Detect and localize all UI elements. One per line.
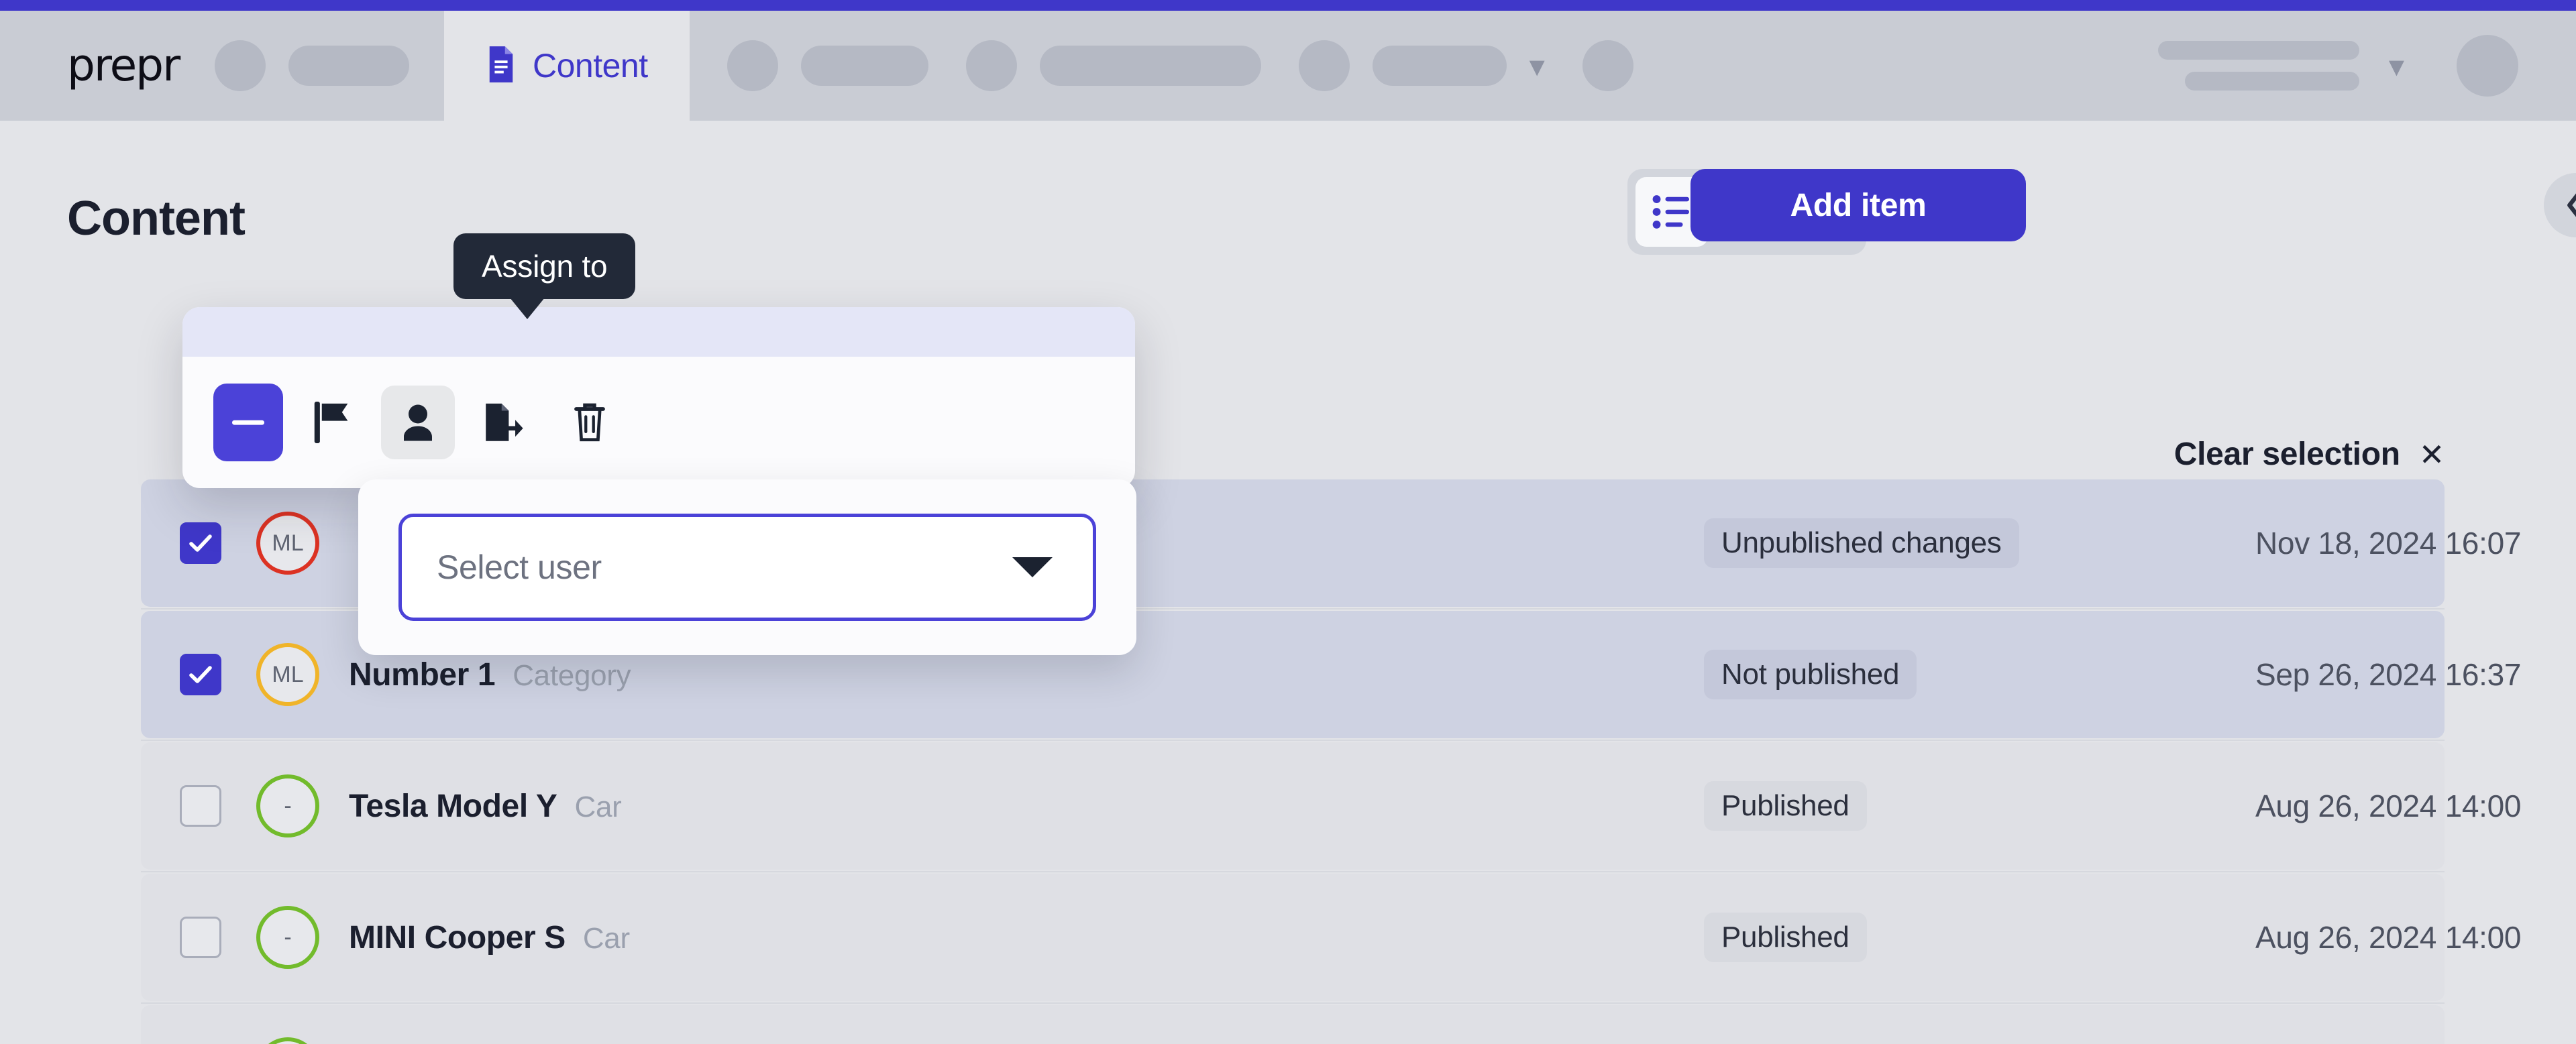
avatar: ML bbox=[256, 643, 319, 706]
nav-placeholder-avatar bbox=[727, 40, 778, 91]
person-icon bbox=[404, 404, 432, 441]
row-type: Car bbox=[574, 790, 622, 823]
nav-placeholder-avatar bbox=[1298, 40, 1350, 91]
trash-icon bbox=[574, 403, 605, 442]
brand-logo[interactable]: prepr bbox=[67, 44, 201, 88]
page-title: Content bbox=[67, 192, 246, 245]
avatar: - bbox=[256, 1037, 319, 1044]
top-accent-bar bbox=[0, 0, 2576, 11]
check-icon bbox=[189, 534, 212, 552]
nav-placeholder-pill bbox=[800, 46, 928, 86]
chevron-left-icon bbox=[2567, 193, 2576, 217]
nav-placeholder-pill bbox=[288, 46, 409, 86]
tab-content-label: Content bbox=[533, 47, 648, 84]
clear-selection-label: Clear selection bbox=[2174, 437, 2400, 472]
popover-header-band bbox=[182, 307, 1135, 357]
close-icon[interactable]: ✕ bbox=[2419, 437, 2445, 473]
page-body: Content Add item Clear selection ✕ ML Un… bbox=[0, 121, 2576, 1044]
row-date: Aug 26, 2024 14:00 bbox=[2255, 920, 2522, 955]
row-date: Sep 26, 2024 16:37 bbox=[2255, 657, 2522, 692]
file-export-icon bbox=[486, 403, 523, 441]
user-select-dropdown[interactable]: Select user bbox=[398, 514, 1096, 621]
deselect-all-button[interactable] bbox=[213, 384, 283, 461]
chevron-down-icon[interactable]: ▾ bbox=[2389, 50, 2404, 81]
row-name: MINI Cooper S bbox=[349, 919, 566, 955]
row-title-group: Tesla Model Y Car bbox=[349, 788, 622, 825]
bulk-toolbar bbox=[182, 357, 1135, 488]
tab-content[interactable]: Content bbox=[444, 11, 690, 121]
top-navigation-bar: prepr Content ▾ ▾ bbox=[0, 11, 2576, 121]
row-checkbox[interactable] bbox=[180, 785, 221, 827]
tooltip-assign-to: Assign to bbox=[453, 233, 636, 319]
app-root: prepr Content ▾ ▾ Content Add item Clear… bbox=[0, 0, 2576, 1044]
row-separator bbox=[141, 1002, 2445, 1004]
row-name: Number 1 bbox=[349, 656, 496, 693]
table-row[interactable]: - MINI Cooper S Car Published Aug 26, 20… bbox=[141, 874, 2521, 1004]
row-type: Car bbox=[582, 921, 630, 955]
row-name: Tesla Model Y bbox=[349, 788, 557, 824]
status-badge: Published bbox=[1704, 913, 1867, 962]
document-icon bbox=[486, 46, 517, 86]
row-date: Aug 26, 2024 14:00 bbox=[2255, 789, 2522, 823]
check-icon bbox=[189, 666, 212, 683]
caret-down-icon[interactable] bbox=[1012, 557, 1053, 577]
row-title-group: Number 1 Category bbox=[349, 656, 631, 693]
row-separator bbox=[141, 740, 2445, 741]
avatar: ML bbox=[256, 512, 319, 575]
nav-placeholder-group-5 bbox=[1582, 40, 1633, 91]
avatar[interactable] bbox=[2457, 35, 2518, 97]
chevron-down-icon[interactable]: ▾ bbox=[1529, 50, 1545, 81]
row-title-group: MINI Cooper S Car bbox=[349, 919, 630, 956]
nav-placeholder-pill bbox=[2184, 72, 2359, 91]
user-select-placeholder: Select user bbox=[437, 548, 602, 586]
minus-icon bbox=[232, 420, 264, 425]
row-checkbox[interactable] bbox=[180, 522, 221, 564]
avatar: - bbox=[256, 906, 319, 969]
table-row[interactable]: - Renault Trafic Car Published Aug 26, 2… bbox=[141, 1005, 2445, 1044]
collapse-panel-button[interactable] bbox=[2544, 173, 2576, 237]
nav-placeholder-group-1 bbox=[215, 40, 409, 91]
assign-to-button[interactable] bbox=[381, 386, 455, 459]
assign-user-panel: Select user bbox=[358, 479, 1136, 655]
row-checkbox[interactable] bbox=[180, 654, 221, 695]
status-badge: Not published bbox=[1704, 650, 1917, 699]
delete-button[interactable] bbox=[553, 386, 627, 459]
nav-placeholder-group-4: ▾ bbox=[1298, 40, 1545, 91]
status-badge: Published bbox=[1704, 781, 1867, 831]
move-to-button[interactable] bbox=[467, 386, 541, 459]
row-separator bbox=[141, 871, 2445, 872]
nav-placeholder-pill bbox=[1372, 46, 1507, 86]
bulk-action-popover: Assign to bbox=[182, 233, 1135, 488]
account-placeholder-lines bbox=[2157, 41, 2359, 91]
nav-placeholder-avatar bbox=[1582, 40, 1633, 91]
row-checkbox[interactable] bbox=[180, 917, 221, 958]
add-item-button[interactable]: Add item bbox=[1690, 169, 2026, 241]
list-icon bbox=[1652, 195, 1689, 229]
nav-placeholder-avatar bbox=[965, 40, 1017, 91]
row-date: Nov 18, 2024 16:07 bbox=[2255, 526, 2522, 561]
nav-placeholder-pill bbox=[1039, 46, 1261, 86]
flag-icon bbox=[314, 402, 348, 443]
status-badge: Unpublished changes bbox=[1704, 518, 2019, 568]
topnav-right-cluster: ▾ bbox=[2157, 35, 2518, 97]
row-type: Category bbox=[513, 658, 631, 692]
avatar: - bbox=[256, 774, 319, 837]
nav-placeholder-avatar bbox=[215, 40, 266, 91]
clear-selection-button[interactable]: Clear selection ✕ bbox=[2174, 436, 2445, 473]
nav-placeholder-group-3 bbox=[965, 40, 1261, 91]
table-row[interactable]: - Tesla Model Y Car Published Aug 26, 20… bbox=[141, 742, 2521, 872]
flag-button[interactable] bbox=[295, 386, 369, 459]
nav-placeholder-group-2 bbox=[727, 40, 928, 91]
nav-placeholder-pill bbox=[2157, 41, 2359, 60]
